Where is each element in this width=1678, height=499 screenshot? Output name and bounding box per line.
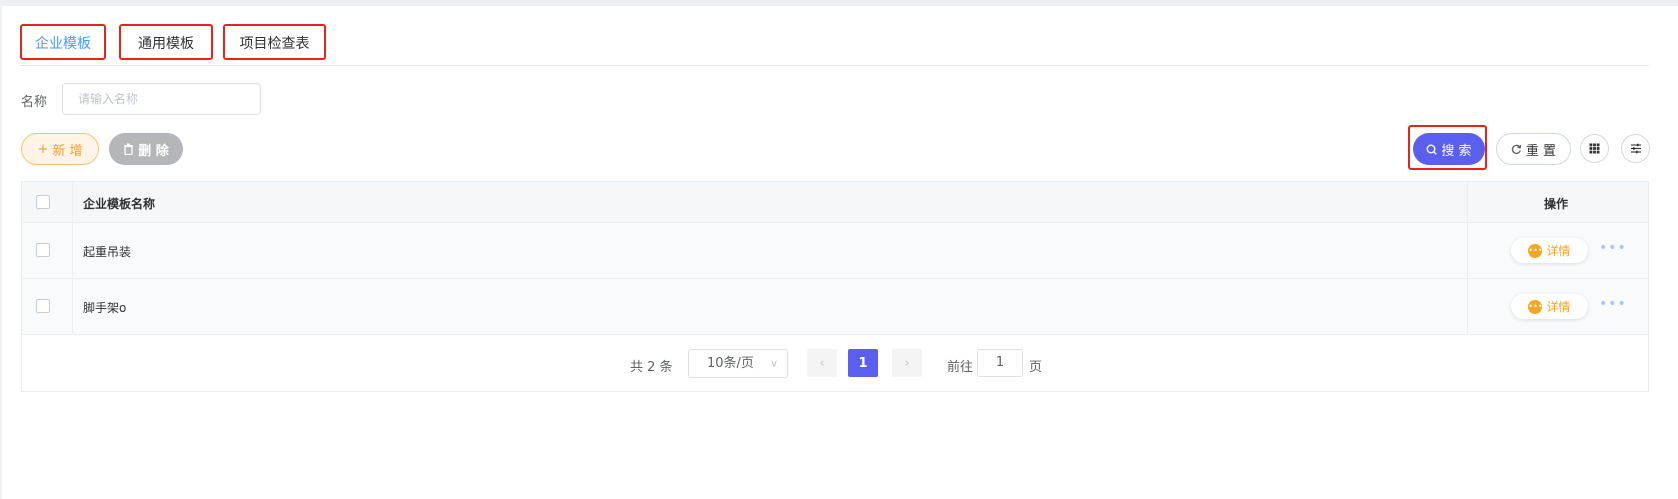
- page-size-select[interactable]: 10条/页 ∨: [688, 349, 788, 378]
- search-button-label: 搜 索: [1441, 143, 1472, 159]
- chevron-down-icon: ∨: [769, 357, 778, 370]
- top-border: [0, 0, 1678, 6]
- detail-button[interactable]: ••• 详情: [1511, 294, 1588, 319]
- template-table: 企业模板名称 操作 起重吊装 ••• 详情 ••• 脚手架o ••• 详情 ••…: [21, 181, 1649, 392]
- table-header: 企业模板名称 操作: [22, 182, 1648, 223]
- tab-general-template[interactable]: 通用模板: [119, 24, 213, 60]
- left-border: [0, 6, 2, 499]
- column-divider: [1467, 182, 1468, 335]
- more-actions-icon[interactable]: •••: [1599, 296, 1627, 312]
- pagination-total: 共 2 条: [630, 360, 673, 375]
- filter-settings-button[interactable]: [1621, 134, 1650, 163]
- search-button[interactable]: 搜 索: [1413, 133, 1485, 165]
- row-checkbox[interactable]: [36, 299, 50, 313]
- goto-label: 前往: [947, 360, 974, 375]
- add-button-label: 新 增: [52, 143, 83, 159]
- table-row: 起重吊装 ••• 详情 •••: [22, 223, 1648, 279]
- row-checkbox[interactable]: [36, 243, 50, 257]
- detail-button-label: 详情: [1546, 244, 1571, 258]
- goto-page-input[interactable]: 1: [977, 349, 1023, 377]
- prev-page-button[interactable]: ‹: [807, 349, 837, 377]
- page-size-value: 10条/页: [707, 356, 754, 371]
- more-dots-icon: •••: [1528, 299, 1543, 314]
- column-divider: [72, 182, 73, 335]
- table-row: 脚手架o ••• 详情 •••: [22, 279, 1648, 335]
- add-button[interactable]: + 新 增: [21, 133, 99, 165]
- tab-bar: 企业模板 通用模板 项目检查表: [20, 24, 1649, 66]
- chevron-right-icon: ›: [904, 355, 910, 371]
- page-suffix-label: 页: [1029, 360, 1043, 375]
- delete-button[interactable]: 删 除: [109, 133, 183, 165]
- refresh-icon: [1511, 144, 1522, 154]
- select-all-checkbox[interactable]: [36, 195, 50, 209]
- sliders-icon: [1630, 143, 1641, 154]
- more-dots-icon: •••: [1528, 243, 1543, 258]
- column-settings-button[interactable]: [1580, 134, 1609, 163]
- reset-button-label: 重 置: [1525, 143, 1557, 159]
- name-filter-label: 名称: [21, 95, 48, 110]
- tab-project-checklist[interactable]: 项目检查表: [223, 24, 326, 60]
- trash-icon: [124, 143, 134, 155]
- pagination: 共 2 条 10条/页 ∨ ‹ 1 › 前往 1 页: [22, 336, 1648, 392]
- current-page-button[interactable]: 1: [848, 349, 878, 377]
- column-header-name: 企业模板名称: [83, 197, 156, 211]
- detail-button[interactable]: ••• 详情: [1511, 238, 1588, 263]
- search-icon: [1426, 144, 1438, 155]
- template-name-cell: 脚手架o: [83, 301, 127, 315]
- next-page-button[interactable]: ›: [892, 349, 922, 377]
- delete-button-label: 删 除: [138, 143, 169, 159]
- name-filter-input[interactable]: [62, 83, 261, 115]
- plus-icon: +: [37, 141, 49, 157]
- more-actions-icon[interactable]: •••: [1599, 240, 1627, 256]
- reset-button[interactable]: 重 置: [1496, 133, 1571, 165]
- template-name-cell: 起重吊装: [83, 245, 132, 259]
- detail-button-label: 详情: [1546, 300, 1571, 314]
- column-header-operations: 操作: [1544, 197, 1569, 211]
- tab-enterprise-template[interactable]: 企业模板: [20, 24, 106, 60]
- chevron-left-icon: ‹: [819, 355, 825, 371]
- grid-icon: [1589, 143, 1600, 154]
